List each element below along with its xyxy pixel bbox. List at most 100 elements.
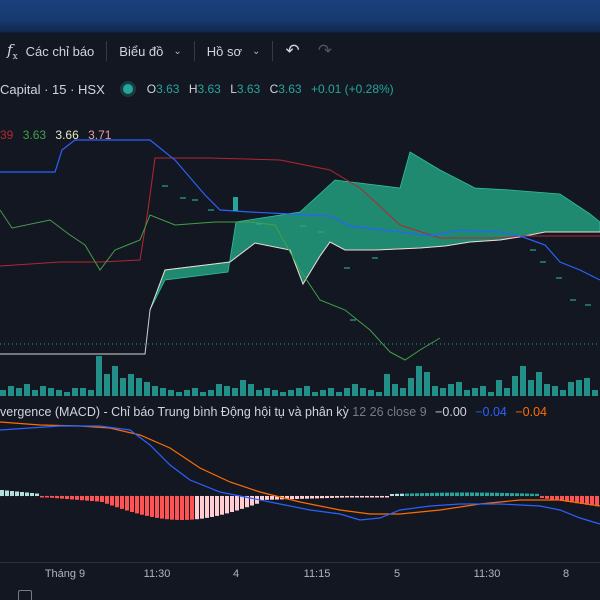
histogram-bar (355, 496, 359, 498)
volume-bar (112, 366, 118, 396)
volume-bar (584, 378, 590, 396)
histogram-bar (115, 496, 119, 508)
histogram-bar (260, 496, 264, 500)
histogram-bar (400, 493, 404, 496)
low-value: 3.63 (236, 82, 261, 96)
histogram-bar (230, 496, 234, 513)
histogram-bar (370, 496, 374, 498)
ohlc-values: O3.63 H3.63 L3.63 C3.63 +0.01 (+0.28%) (146, 82, 394, 96)
histogram-bar (250, 496, 254, 506)
histogram-bar (55, 496, 59, 499)
ichimoku-value-2: 3.63 (22, 128, 47, 142)
histogram-bar (360, 496, 364, 498)
macd-title[interactable]: vergence (MACD) - Chỉ báo Trung bình Độn… (0, 405, 349, 419)
histogram-bar (170, 496, 174, 520)
volume-bar (144, 382, 150, 396)
volume-bar (272, 390, 278, 396)
histogram-bar (460, 492, 464, 496)
volume-bar (320, 390, 326, 396)
volume-bar (288, 390, 294, 396)
change-value: +0.01 (+0.28%) (310, 82, 394, 96)
histogram-bar (425, 492, 429, 496)
histogram-bar (140, 496, 144, 515)
histogram-bar (330, 496, 334, 498)
histogram-bar (335, 496, 339, 498)
volume-bar (504, 388, 510, 396)
volume-bar (200, 392, 206, 396)
volume-bar (376, 392, 382, 396)
histogram-bar (535, 493, 539, 496)
high-value: 3.63 (197, 82, 221, 96)
macd-line (0, 425, 600, 525)
volume-bar (496, 380, 502, 396)
histogram-bar (45, 496, 49, 498)
volume-bar (192, 388, 198, 396)
volume-bar (248, 384, 254, 396)
histogram-bar (505, 492, 509, 496)
price-candle (233, 197, 238, 211)
histogram-bar (120, 496, 124, 509)
calendar-icon[interactable] (18, 590, 32, 600)
histogram-bar (350, 496, 354, 498)
histogram-bar (90, 496, 94, 501)
histogram-bar (410, 493, 414, 496)
histogram-bar (130, 496, 134, 513)
volume-bar (472, 388, 478, 396)
macd-hist-value: −0.00 (435, 405, 467, 419)
histogram-bar (550, 496, 554, 500)
volume-bar (256, 390, 262, 396)
histogram-bar (165, 496, 169, 520)
volume-bar (344, 388, 350, 396)
histogram-bar (520, 493, 524, 496)
volume-bar (552, 386, 558, 396)
volume-bar (592, 390, 598, 396)
histogram-bar (145, 496, 149, 516)
histogram-bar (385, 496, 389, 498)
volume-bar (432, 386, 438, 396)
volume-bar (464, 390, 470, 396)
histogram-bar (430, 492, 434, 496)
histogram-bar (420, 493, 424, 496)
histogram-bar (190, 496, 194, 520)
open-value: 3.63 (156, 82, 180, 96)
histogram-bar (300, 496, 304, 499)
volume-bar (160, 388, 166, 396)
histogram-bar (265, 496, 269, 500)
volume-bar (120, 378, 126, 396)
histogram-bar (310, 496, 314, 499)
volume-bar (328, 388, 334, 396)
volume-bar (232, 388, 238, 396)
histogram-bar (210, 496, 214, 517)
histogram-bar (380, 496, 384, 498)
histogram-bar (200, 496, 204, 519)
volume-bar (224, 386, 230, 396)
ichimoku-legend-values: 39 3.63 3.66 3.71 (0, 128, 117, 142)
ichimoku-value-1: 39 (0, 128, 14, 142)
histogram-bar (470, 492, 474, 496)
histogram-bar (525, 493, 529, 496)
histogram-bar (365, 496, 369, 498)
volume-bar (96, 356, 102, 396)
histogram-bar (240, 496, 244, 509)
histogram-bar (435, 492, 439, 496)
histogram-bar (5, 490, 9, 496)
volume-bar (48, 388, 54, 396)
histogram-bar (25, 492, 29, 496)
histogram-bar (515, 493, 519, 496)
volume-bar (440, 388, 446, 396)
volume-bar (152, 386, 158, 396)
histogram-bar (20, 492, 24, 496)
time-axis[interactable]: Tháng 9 11:30 4 11:15 5 11:30 8 (0, 562, 600, 586)
volume-bar (0, 390, 6, 396)
histogram-bar (405, 493, 409, 496)
histogram-bar (40, 496, 44, 498)
price-line (0, 309, 151, 355)
volume-bar (360, 388, 366, 396)
histogram-bar (35, 493, 39, 496)
histogram-bar (495, 492, 499, 496)
volume-bar (400, 388, 406, 396)
symbol-title[interactable]: Capital · 15 · HSX (0, 82, 105, 97)
histogram-bar (80, 496, 84, 501)
histogram-bar (475, 492, 479, 496)
histogram-bar (30, 493, 34, 496)
